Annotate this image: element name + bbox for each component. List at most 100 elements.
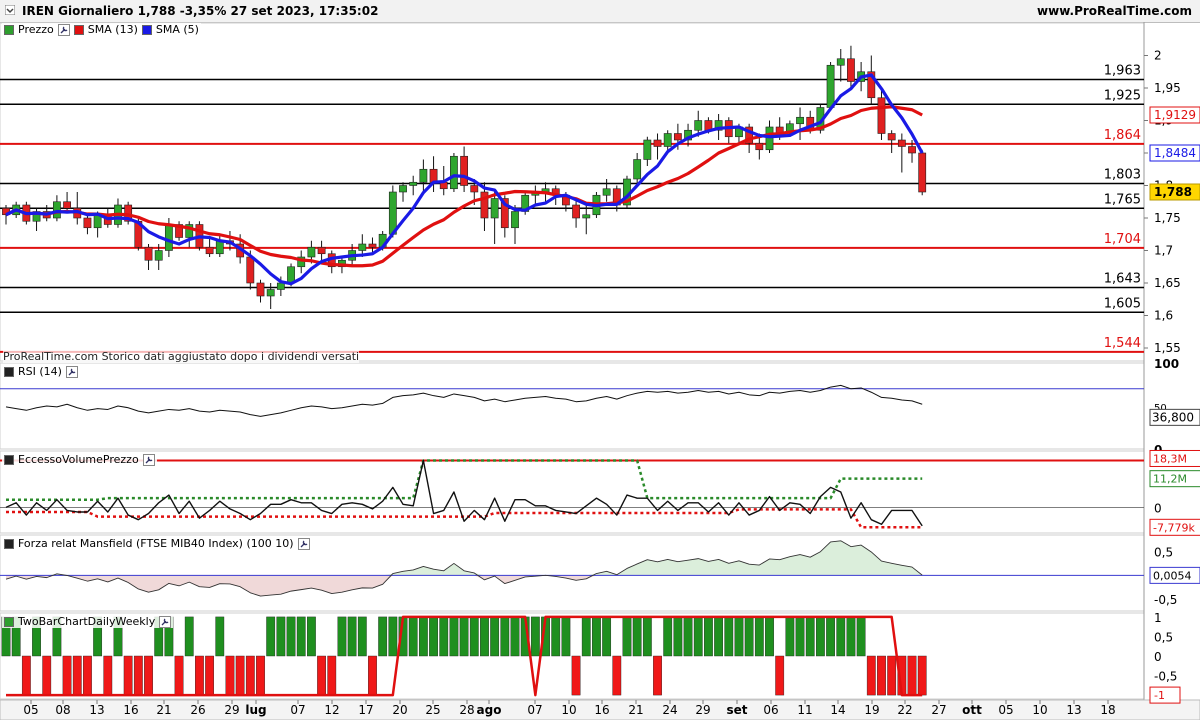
twobar-bar — [592, 616, 601, 657]
twobar-bar — [836, 616, 846, 657]
candle-body — [582, 214, 591, 219]
wrench-icon[interactable] — [57, 23, 70, 36]
level-label: 1,605 — [1104, 296, 1141, 311]
rsi-label[interactable]: RSI (14) — [18, 365, 62, 378]
twobar-bar — [846, 616, 856, 657]
evp-tick-label: 0 — [1154, 501, 1162, 515]
candle-body — [572, 204, 580, 219]
twobar-bar — [123, 655, 133, 696]
twobar-bar — [174, 655, 184, 696]
chart-window: IREN Giornaliero 1,788 -3,35% 27 set 202… — [0, 0, 1200, 720]
sma13-label[interactable]: SMA (13) — [88, 23, 138, 36]
prezzo-label[interactable]: Prezzo — [18, 23, 54, 36]
level-label: 1,643 — [1104, 272, 1141, 287]
twobar-badge-text: -1 — [1154, 689, 1165, 702]
twobar-swatch — [4, 616, 14, 627]
twobar-bar — [561, 616, 571, 657]
candle-body — [83, 217, 92, 229]
twobar-bar — [663, 616, 673, 657]
evp-badge: 18,3M — [1149, 449, 1200, 467]
candle-body — [602, 188, 611, 196]
price-tick-label: 2 — [1154, 49, 1162, 63]
candle-body — [826, 64, 835, 108]
twobar-bar — [551, 616, 561, 657]
x-tick-label: set — [726, 703, 747, 717]
sma5-badge: 1,8484 — [1149, 144, 1200, 162]
x-tick-label: 07 — [290, 703, 305, 717]
mansfield-legend: Forza relat Mansfield (FTSE MIB40 Index)… — [2, 537, 312, 550]
twobar-bar — [266, 616, 276, 657]
evp-badge-text: 11,2M — [1153, 473, 1187, 486]
twobar-bar — [72, 655, 82, 696]
sma13-badge-text: 1,9129 — [1154, 108, 1196, 122]
twobar-bar — [184, 616, 194, 657]
x-tick-label: 20 — [392, 703, 407, 717]
candle-body — [470, 185, 479, 193]
candle-body — [246, 256, 255, 284]
x-tick-label: 26 — [190, 703, 205, 717]
dividend-note: ProRealTime.com Storico dati aggiustato … — [3, 350, 360, 363]
level-label: 1,864 — [1104, 128, 1141, 143]
candle-body — [205, 246, 214, 255]
twobar-bar — [307, 616, 316, 657]
candle-body — [897, 139, 906, 147]
twobar-bar — [653, 655, 662, 696]
twobar-bar — [449, 616, 459, 657]
sma5-swatch — [141, 24, 152, 35]
candle-body — [256, 282, 265, 297]
twobar-bar — [632, 616, 642, 657]
x-tick-label: 13 — [1066, 703, 1081, 717]
evp-label[interactable]: EccessoVolumePrezzo — [18, 453, 139, 466]
wrench-icon[interactable] — [65, 365, 78, 378]
rsi-swatch — [4, 366, 14, 377]
twobar-bar — [337, 616, 347, 657]
candle-body — [287, 266, 295, 284]
x-tick-label: 14 — [830, 703, 845, 717]
candle-body — [847, 58, 855, 82]
twobar-bar — [775, 655, 785, 696]
x-tick-label: 16 — [594, 703, 609, 717]
twobar-legend: TwoBarChartDailyWeekly — [2, 615, 174, 628]
twobar-bar — [418, 616, 428, 657]
rsi-badge: 36,800 — [1149, 408, 1200, 426]
twobar-bar — [642, 616, 652, 657]
mansfield-label[interactable]: Forza relat Mansfield (FTSE MIB40 Index)… — [18, 537, 294, 550]
x-tick-label: 29 — [695, 703, 710, 717]
sma5-label[interactable]: SMA (5) — [156, 23, 199, 36]
twobar-bar — [887, 655, 897, 696]
wrench-icon[interactable] — [297, 537, 310, 550]
candle-body — [409, 181, 418, 186]
price-badge: 1,788 — [1149, 183, 1200, 201]
x-tick-label: ago — [477, 703, 502, 717]
x-tick-label: 21 — [628, 703, 643, 717]
wrench-icon[interactable] — [159, 615, 172, 628]
price-tick-label: 1,55 — [1154, 341, 1181, 355]
evp-legend: EccessoVolumePrezzo — [2, 453, 157, 466]
price-badge-text: 1,788 — [1154, 185, 1192, 199]
candle-body — [52, 201, 61, 219]
twobar-label[interactable]: TwoBarChartDailyWeekly — [18, 615, 155, 628]
mansfield-badge-text: 0,0054 — [1153, 569, 1192, 582]
candle-body — [796, 116, 804, 125]
twobar-bar — [785, 616, 795, 657]
candle-body — [419, 168, 428, 183]
candle-body — [653, 139, 662, 147]
twobar-tick-label: 0 — [1154, 650, 1162, 664]
price-tick-label: 1,95 — [1154, 81, 1181, 95]
candle-body — [266, 289, 275, 297]
x-tick-label: 13 — [89, 703, 104, 717]
twobar-tick-label: 0,5 — [1154, 630, 1173, 644]
candle-body — [154, 250, 163, 261]
twobar-bar — [469, 616, 479, 657]
twobar-bar — [439, 616, 449, 657]
candle-body — [877, 97, 886, 134]
twobar-bar — [459, 616, 469, 657]
wrench-icon[interactable] — [142, 453, 155, 466]
twobar-bar — [917, 655, 927, 696]
twobar-bar — [724, 616, 734, 657]
candle-body — [144, 246, 153, 261]
twobar-bar — [378, 616, 388, 657]
twobar-bar — [907, 655, 917, 696]
rsi-legend: RSI (14) — [2, 365, 80, 378]
panel-price — [0, 22, 1145, 362]
